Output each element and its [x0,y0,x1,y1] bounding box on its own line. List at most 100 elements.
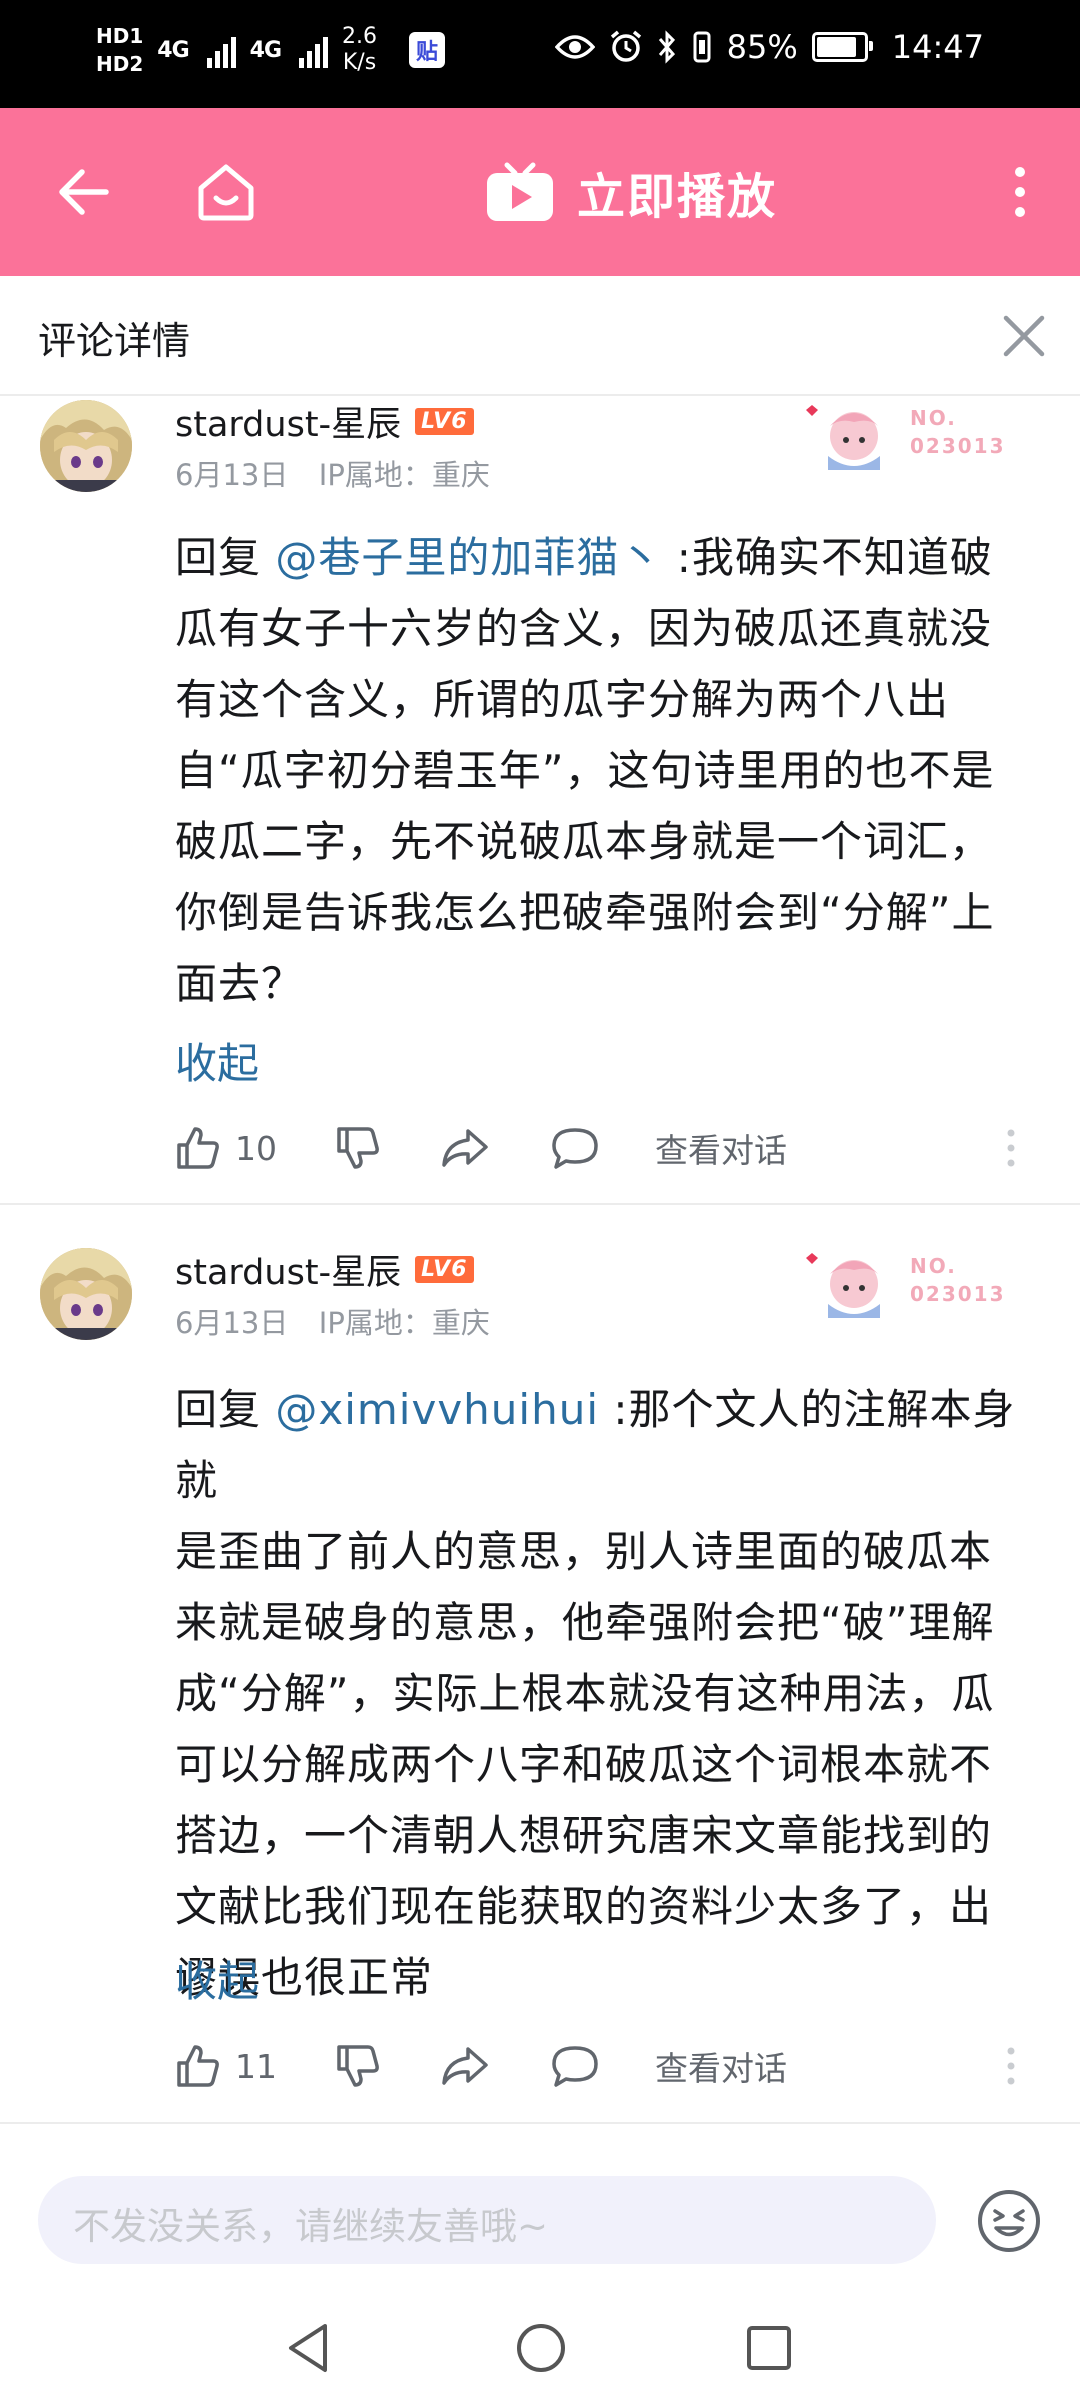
thumbs-down-icon [337,1127,379,1169]
status-bar: HD1 HD2 4G 4G 2.6 K/s 贴 85% 14:47 [0,0,1080,108]
status-left: HD1 HD2 4G 4G 2.6 K/s 贴 [96,22,446,78]
home-icon[interactable] [190,108,262,276]
badge-label: NO. [910,1254,957,1278]
comment-input[interactable]: 不发没关系，请继续友善哦~ [38,2176,936,2264]
comment-detail-header: 评论详情 [0,276,1080,396]
comment-date: 6月13日 [175,1306,289,1340]
view-dialog-button[interactable]: 查看对话 [655,1118,787,1178]
dislike-button[interactable] [335,2036,381,2096]
share-icon [442,2047,488,2085]
text-line: 自“瓜字初分碧玉年”，这句诗里用的也不是 [175,746,995,795]
nav-recents-icon[interactable] [745,2324,793,2372]
comment-icon [552,1128,598,1169]
battery-fill [816,37,856,57]
ip-location: IP属地：重庆 [318,458,490,492]
thumbs-down-icon [337,2045,379,2087]
text-line: 你倒是告诉我怎么把破牵强附会到“分解”上 [175,888,995,937]
text-line: 瓜有女子十六岁的含义，因为破瓜还真就没 [175,604,993,653]
play-now-label: 立即播放 [577,169,778,225]
nav-home-icon[interactable] [515,2322,567,2374]
text-line: 搭边，一个清朝人想研究唐宋文章能找到的 [175,1811,993,1860]
signal-1-icon [206,32,236,68]
avatar[interactable] [40,1248,132,1340]
battery-icon [811,32,873,62]
text-line: 有这个含义，所谓的瓜字分解为两个八出 [175,675,950,724]
divider [0,1203,1080,1205]
dislike-button[interactable] [335,1118,381,1178]
comment-actions: 10 查看对话 [175,1118,1055,1178]
comment-meta: 6月13日 IP属地：重庆 [175,452,490,494]
text-line: 谬误也很正常 [175,1953,434,2002]
more-vertical-icon[interactable] [1000,108,1040,276]
comment-more-icon[interactable] [1005,2036,1017,2096]
back-arrow-icon[interactable] [52,108,116,276]
comment-date: 6月13日 [175,458,289,492]
comment-icon [552,2046,598,2087]
network-speed: 2.6 K/s [342,24,377,76]
mention-link[interactable]: @巷子里的加菲猫丶 [275,533,662,582]
username[interactable]: stardust-星辰 [175,1244,401,1295]
comment-text: 回复 @巷子里的加菲猫丶 :我确实不知道破 瓜有女子十六岁的含义，因为破瓜还真就… [175,522,1045,1019]
reply-button[interactable] [550,1118,600,1178]
like-button[interactable]: 10 [175,1118,277,1178]
divider [0,2122,1080,2124]
avatar[interactable] [40,400,132,492]
alarm-icon [610,30,641,62]
text-line: 来就是破身的意思，他牵强附会把“破”理解 [175,1598,995,1647]
share-button[interactable] [440,2036,490,2096]
reply-button[interactable] [550,2036,600,2096]
comment-item: stardust-星辰 LV6 6月13日 IP属地：重庆 NO. 023013… [0,396,1080,1204]
reply-prefix: 回复 [175,533,276,582]
detail-title: 评论详情 [38,319,191,363]
badge-number: 023013 [910,434,1006,458]
fan-badge: NO. 023013 [800,396,1020,476]
fan-badge: NO. 023013 [800,1244,1020,1324]
nav-back-icon[interactable] [285,2322,331,2374]
text-line: 面去？ [175,959,305,1008]
text-line: 可以分解成两个八字和破瓜这个词根本就不 [175,1740,993,1789]
play-now-button[interactable]: 立即播放 [485,108,777,276]
comment-text: 回复 @ximivvhuihui :那个文人的注解本身就 是歪曲了前人的意思，别… [175,1374,1045,2013]
vibrate-icon [693,31,711,63]
system-nav-bar [0,2284,1080,2400]
like-count: 11 [235,2046,277,2086]
network-2-label: 4G [249,37,282,63]
text-line: 破瓜二字，先不说破瓜本身就是一个词汇， [175,817,993,866]
bluetooth-icon [658,30,675,64]
comment-actions: 11 查看对话 [175,2036,1055,2096]
anime-character-icon [806,1253,880,1318]
reply-prefix: 回复 [175,1385,276,1434]
thumbs-up-icon [177,2045,219,2087]
ip-location: IP属地：重庆 [318,1306,490,1340]
speed-unit: K/s [342,50,377,75]
tieba-app-icon: 贴 [409,32,446,68]
comment-more-icon[interactable] [1005,1118,1017,1178]
mention-link[interactable]: @ximivvhuihui [275,1385,599,1434]
collapse-link[interactable]: 收起 [175,1030,259,1091]
speed-value: 2.6 [342,24,378,49]
share-button[interactable] [440,1118,490,1178]
text-line: 是歪曲了前人的意思，别人诗里面的破瓜本 [175,1527,993,1576]
close-icon[interactable] [996,308,1052,364]
username[interactable]: stardust-星辰 [175,396,401,447]
view-dialog-button[interactable]: 查看对话 [655,2036,787,2096]
network-1-label: 4G [157,37,189,63]
anime-character-icon [806,405,880,470]
tv-play-icon [487,162,553,221]
username-row: stardust-星辰 LV6 [175,396,474,447]
badge-label: NO. [910,406,957,430]
level-badge: LV6 [415,408,474,435]
eye-icon [554,35,595,59]
battery-percent: 85% [726,28,798,66]
share-icon [442,1129,488,1167]
text-line: 成“分解”，实际上根本就没有这种用法，瓜 [175,1669,995,1718]
view-dialog-label: 查看对话 [655,2049,787,2088]
like-button[interactable]: 11 [175,2036,277,2096]
collapse-link[interactable]: 收起 [175,1948,259,2009]
emoji-icon[interactable] [975,2187,1043,2255]
comment-input-placeholder: 不发没关系，请继续友善哦~ [73,2205,549,2248]
status-right: 85% 14:47 [554,28,984,66]
clock: 14:47 [891,28,984,66]
like-count: 10 [235,1128,277,1168]
level-badge: LV6 [415,1256,474,1283]
